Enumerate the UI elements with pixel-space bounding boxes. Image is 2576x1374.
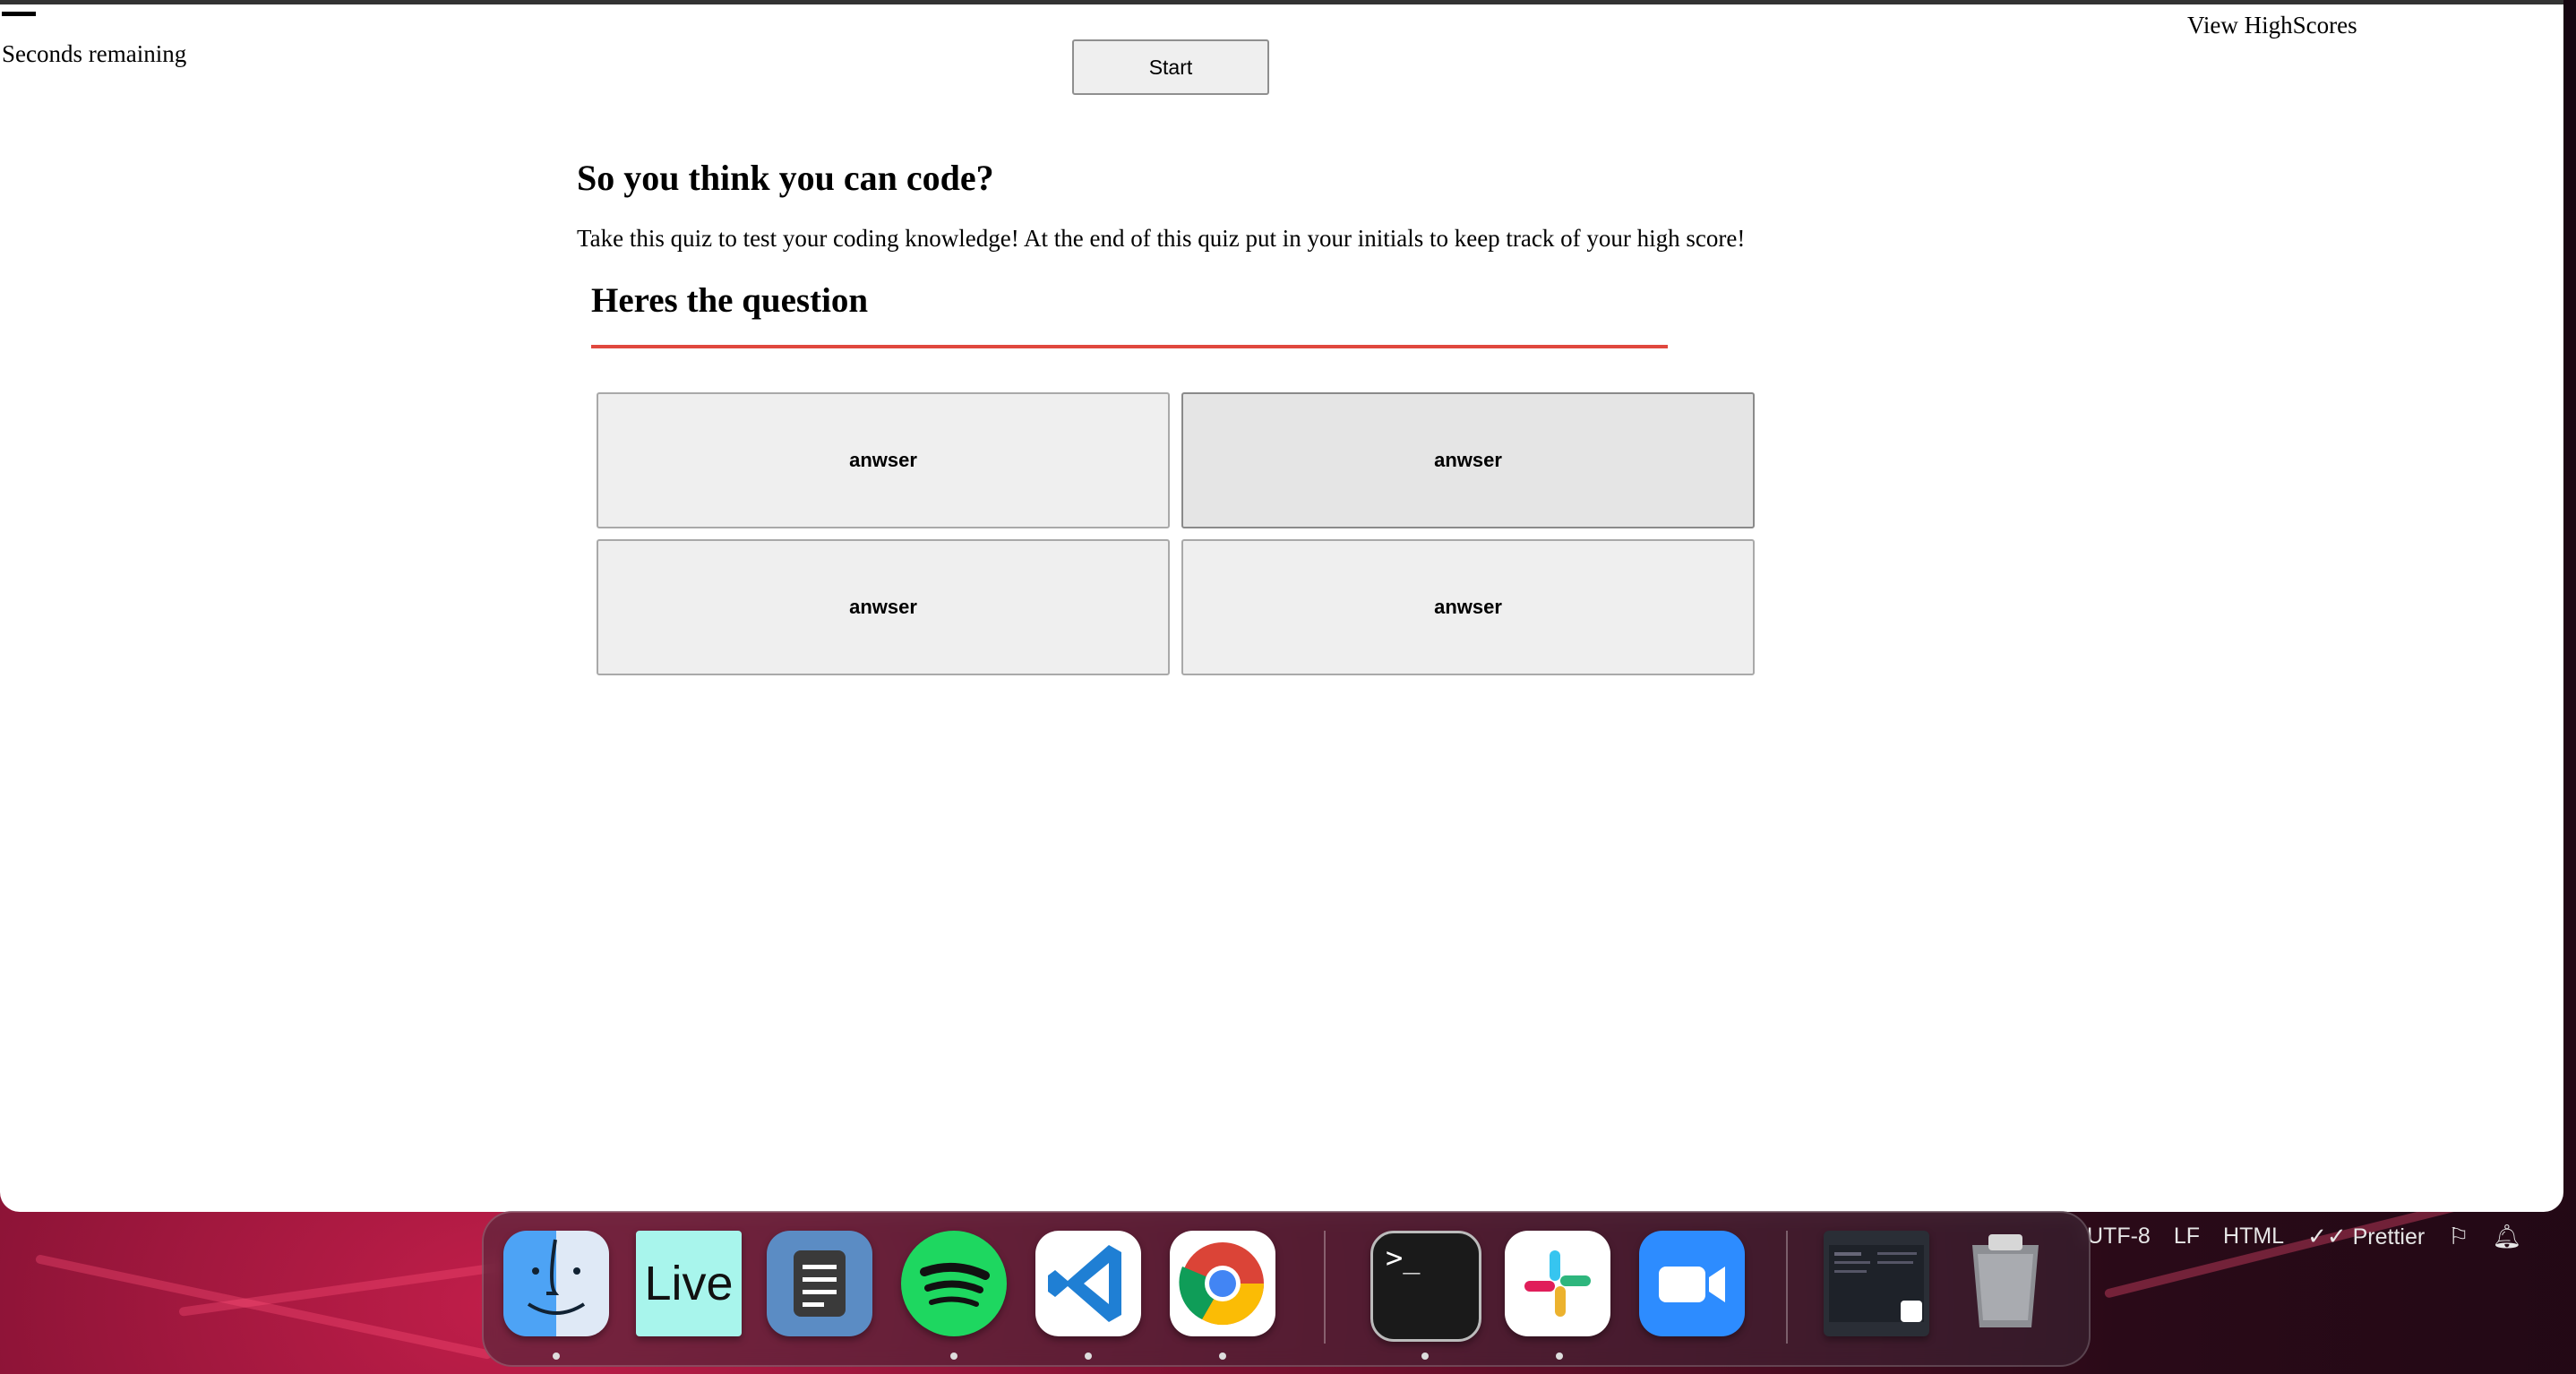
spotify-icon[interactable] — [901, 1231, 1007, 1336]
zoom-icon[interactable] — [1639, 1231, 1745, 1336]
editor-statusbar: UTF-8 LF HTML ✓✓ Prettier ⚐ 🔔︎ — [2087, 1211, 2522, 1261]
answer-button-3[interactable]: anwser — [597, 539, 1170, 675]
trash-icon[interactable] — [1953, 1231, 2058, 1336]
question-heading: Heres the question — [591, 281, 869, 320]
start-button[interactable]: Start — [1072, 39, 1269, 95]
slack-running-dot — [1556, 1353, 1563, 1360]
language-status[interactable]: HTML — [2223, 1224, 2284, 1249]
answer-button-2[interactable]: anwser — [1181, 392, 1755, 528]
chrome-running-dot — [1219, 1353, 1226, 1360]
live-icon-label: Live — [644, 1257, 734, 1310]
feedback-icon[interactable]: ⚐ — [2448, 1223, 2469, 1250]
finder-icon[interactable] — [503, 1231, 609, 1336]
prettier-label: Prettier — [2352, 1224, 2426, 1249]
prettier-status[interactable]: ✓✓ Prettier — [2307, 1223, 2425, 1250]
vscode-running-dot — [1085, 1353, 1092, 1360]
slack-icon[interactable] — [1505, 1231, 1610, 1336]
answer-grid: anwser anwser anwser anwser — [597, 392, 1757, 675]
document-icon[interactable] — [767, 1231, 872, 1336]
spotify-running-dot — [950, 1353, 957, 1360]
seconds-remaining-label: Seconds remaining — [2, 40, 187, 67]
view-highscores-link[interactable]: View HighScores — [2187, 12, 2357, 39]
timer-progress-bar — [2, 12, 36, 16]
window-thumbnail-icon[interactable] — [1824, 1231, 1929, 1336]
finder-running-dot — [553, 1353, 560, 1360]
answer-button-4[interactable]: anwser — [1181, 539, 1755, 675]
line-ending-status[interactable]: LF — [2174, 1224, 2200, 1249]
live-icon[interactable]: Live — [636, 1231, 742, 1336]
chrome-icon[interactable] — [1170, 1231, 1275, 1336]
double-check-icon: ✓✓ — [2307, 1222, 2347, 1249]
question-divider — [591, 345, 1668, 348]
answer-button-1[interactable]: anwser — [597, 392, 1170, 528]
quiz-description: Take this quiz to test your coding knowl… — [577, 225, 1746, 252]
encoding-status[interactable]: UTF-8 — [2087, 1224, 2151, 1249]
terminal-running-dot — [1421, 1353, 1429, 1360]
wallpaper-streak — [34, 1254, 493, 1361]
browser-page: Seconds remaining View HighScores Start … — [0, 0, 2563, 1212]
terminal-icon[interactable]: >_ — [1370, 1231, 1481, 1342]
dock-separator — [1324, 1231, 1326, 1344]
terminal-prompt-glyph: >_ — [1386, 1241, 1421, 1275]
dock-separator — [1786, 1231, 1788, 1344]
dock: Live >_ — [482, 1211, 2091, 1367]
bell-icon[interactable]: 🔔︎ — [2493, 1223, 2522, 1250]
wallpaper-streak — [178, 1260, 517, 1317]
vscode-icon[interactable] — [1035, 1231, 1141, 1336]
quiz-title: So you think you can code? — [577, 158, 994, 198]
